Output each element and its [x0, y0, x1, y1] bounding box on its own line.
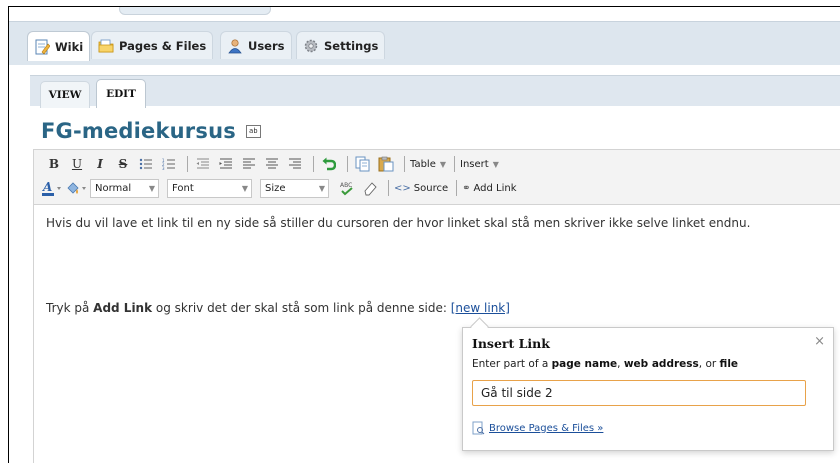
popup-title: Insert Link — [472, 336, 550, 351]
tab-pages-files[interactable]: Pages & Files — [91, 31, 214, 59]
numbered-list-icon[interactable]: 123 — [159, 154, 179, 174]
app-window: Wiki Pages & Files Users Settings VIEW E… — [8, 6, 840, 463]
toolbar-separator — [388, 180, 389, 196]
page-title: FG-mediekursus — [41, 119, 236, 143]
browse-pages-link-row: Browse Pages & Files » — [472, 421, 603, 435]
editor-paragraph: Tryk på Add Link og skriv det der skal s… — [46, 301, 510, 315]
tab-label: Settings — [324, 38, 379, 53]
strikethrough-button[interactable]: S — [113, 154, 133, 174]
text-color-icon[interactable]: A — [42, 178, 62, 198]
outdent-icon[interactable] — [193, 154, 213, 174]
browse-pages-files-link[interactable]: Browse Pages & Files » — [489, 423, 603, 434]
svg-text:ABC: ABC — [340, 182, 352, 189]
align-right-icon[interactable] — [285, 154, 305, 174]
add-link-button[interactable]: ⚭ Add Link — [462, 178, 516, 198]
toolbar-separator — [313, 156, 314, 172]
table-dropdown[interactable]: Table ▼ — [410, 154, 446, 174]
popup-hint: Enter part of a page name, web address, … — [472, 358, 739, 370]
folder-icon — [98, 38, 114, 54]
editor-paragraph: Hvis du vil lave et link til en ny side … — [46, 216, 751, 230]
copy-icon[interactable] — [353, 154, 373, 174]
highlight-color-icon[interactable] — [65, 178, 87, 198]
rename-icon[interactable]: ab — [245, 124, 261, 138]
bold-button[interactable]: B — [44, 154, 64, 174]
paste-icon[interactable] — [376, 154, 396, 174]
view-edit-tab-bar: VIEW EDIT — [30, 75, 840, 108]
page-title-row: FG-mediekursus ab — [41, 119, 261, 143]
eraser-icon[interactable] — [360, 178, 380, 198]
link-icon: ⚭ — [462, 182, 471, 194]
gear-icon — [303, 38, 319, 54]
indent-icon[interactable] — [216, 154, 236, 174]
link-search-input[interactable] — [472, 380, 806, 406]
page-search-icon — [472, 421, 485, 435]
svg-text:3: 3 — [162, 166, 165, 170]
bullet-list-icon[interactable] — [136, 154, 156, 174]
main-tab-bar: Wiki Pages & Files Users Settings — [9, 21, 840, 66]
tab-view[interactable]: VIEW — [40, 81, 90, 108]
insert-link-popup: Insert Link × Enter part of a page name,… — [462, 317, 834, 451]
tab-settings[interactable]: Settings — [296, 31, 386, 59]
source-button[interactable]: <> Source — [394, 178, 448, 198]
align-center-icon[interactable] — [262, 154, 282, 174]
toolbar-row-2: A Normal ▼ Font ▼ Size ▼ ABC <> Source ⚭… — [42, 177, 520, 199]
font-select[interactable]: Font ▼ — [167, 178, 252, 198]
insert-dropdown[interactable]: Insert ▼ — [460, 154, 499, 174]
tab-label: Pages & Files — [119, 38, 207, 53]
toolbar-separator — [187, 156, 188, 172]
tab-label: Users — [248, 38, 285, 53]
tab-edit[interactable]: EDIT — [96, 79, 146, 108]
new-link[interactable]: [new link] — [451, 301, 510, 315]
size-select[interactable]: Size ▼ — [260, 178, 329, 198]
close-icon[interactable]: × — [814, 334, 825, 349]
svg-text:A: A — [42, 180, 52, 194]
tab-wiki[interactable]: Wiki — [27, 31, 91, 61]
underline-button[interactable]: U — [67, 154, 87, 174]
toolbar-separator — [347, 156, 348, 172]
wiki-content: VIEW EDIT FG-mediekursus ab B U I S 123 — [9, 65, 840, 463]
code-icon: <> — [394, 182, 411, 194]
spellcheck-icon[interactable]: ABC — [337, 178, 357, 198]
tab-users[interactable]: Users — [220, 31, 292, 59]
undo-icon[interactable] — [319, 154, 339, 174]
toolbar-row-1: B U I S 123 Table ▼ Insert ▼ — [44, 153, 502, 175]
popup-caret — [470, 317, 489, 336]
toolbar-separator — [454, 156, 456, 172]
italic-button[interactable]: I — [90, 154, 110, 174]
toolbar-separator — [456, 180, 458, 196]
wiki-icon — [34, 39, 51, 55]
tab-label: Wiki — [55, 39, 84, 54]
editor-area[interactable]: Hvis du vil lave et link til en ny side … — [33, 204, 840, 463]
editor-toolbar: B U I S 123 Table ▼ Insert ▼ A Normal ▼ … — [33, 149, 840, 205]
format-select[interactable]: Normal ▼ — [90, 178, 159, 198]
align-left-icon[interactable] — [239, 154, 259, 174]
ghost-tab — [119, 7, 271, 15]
toolbar-separator — [404, 156, 405, 172]
users-icon — [227, 38, 243, 54]
